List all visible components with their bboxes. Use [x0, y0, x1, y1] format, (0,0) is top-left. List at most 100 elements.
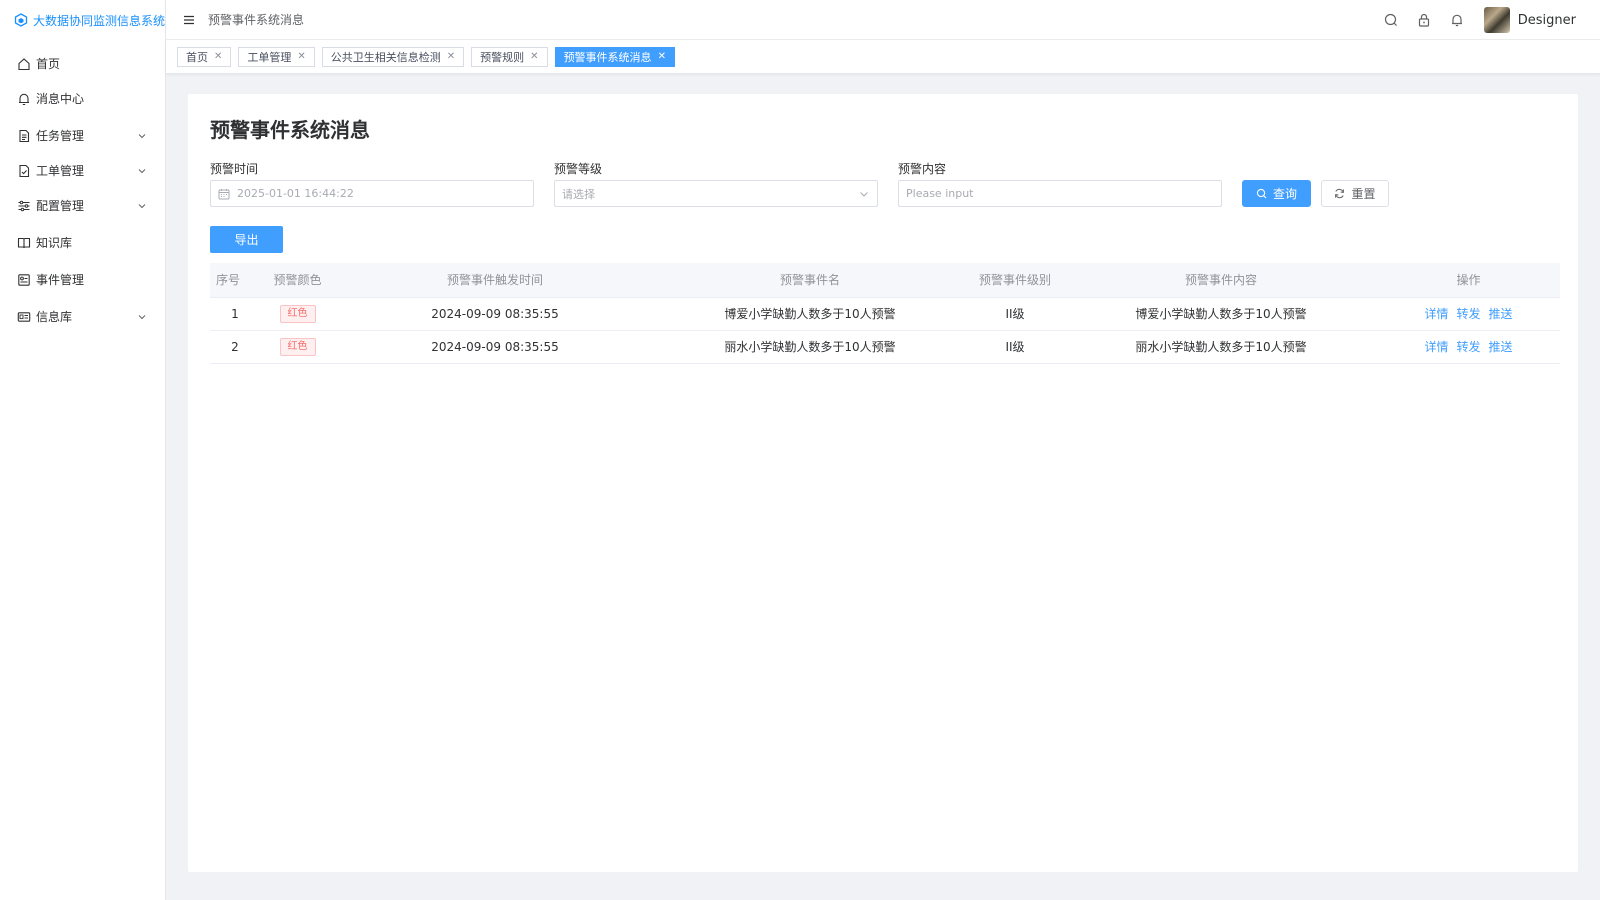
- tab-label: 首页: [186, 50, 208, 64]
- refresh-icon: [1334, 188, 1345, 199]
- forward-link[interactable]: 转发: [1456, 340, 1480, 354]
- sidebar-item-workorders[interactable]: 工单管理: [0, 153, 165, 188]
- home-icon: [17, 57, 31, 71]
- event-icon: [17, 273, 31, 287]
- time-filter-label: 预警时间: [210, 162, 259, 176]
- event-level-cell: II级: [965, 297, 1065, 331]
- actions-cell: 详情 转发 推送: [1377, 297, 1560, 331]
- event-level-cell: II级: [965, 330, 1065, 364]
- sidebar-item-label: 工单管理: [36, 164, 85, 178]
- status-badge: 红色: [279, 337, 316, 356]
- tab-workorders[interactable]: 工单管理 ✕: [238, 46, 315, 67]
- logo-icon: [14, 13, 28, 27]
- query-button[interactable]: 查询: [1242, 180, 1311, 207]
- close-icon[interactable]: ✕: [214, 51, 222, 62]
- tab-public-health[interactable]: 公共卫生相关信息检测 ✕: [321, 46, 465, 67]
- column-header: 操作: [1377, 263, 1560, 298]
- sidebar-item-events[interactable]: 事件管理: [0, 262, 165, 297]
- column-header: 预警事件级别: [965, 263, 1065, 298]
- app-title: 大数据协同监测信息系统: [33, 13, 166, 28]
- export-button[interactable]: 导出: [210, 226, 283, 253]
- sidebar-item-tasks[interactable]: 任务管理: [0, 118, 165, 153]
- query-button-label: 查询: [1272, 187, 1297, 201]
- sidebar: 大数据协同监测信息系统 首页 消息中心 任务管理 工单管理 配置管理 知识库 事…: [0, 0, 166, 900]
- time-filter-input[interactable]: 2025-01-01 16:44:22: [210, 180, 534, 207]
- event-name-cell: 博爱小学缺勤人数多于10人预警: [655, 297, 965, 331]
- top-header: 预警事件系统消息 Designer: [166, 0, 1600, 40]
- actions-cell: 详情 转发 推送: [1377, 330, 1560, 364]
- reset-button[interactable]: 重置: [1321, 180, 1389, 207]
- tab-warning-rules[interactable]: 预警规则 ✕: [471, 46, 548, 67]
- menu-toggle-icon[interactable]: [182, 13, 196, 27]
- tab-label: 工单管理: [247, 50, 292, 64]
- tab-label: 公共卫生相关信息检测: [330, 50, 441, 64]
- column-header: 预警颜色: [260, 263, 335, 298]
- level-filter-label: 预警等级: [554, 162, 603, 176]
- chevron-down-icon: [137, 166, 147, 176]
- tags-view: 首页 ✕ 工单管理 ✕ 公共卫生相关信息检测 ✕ 预警规则 ✕ 预警事件系统消息 ✕: [166, 40, 1600, 74]
- content-card: 预警事件系统消息 预警时间 2025-01-01 16:44:22 预警等级 请…: [188, 94, 1578, 872]
- level-filter-select[interactable]: 请选择: [554, 180, 878, 207]
- chevron-down-icon: [859, 189, 869, 199]
- column-header: 序号: [210, 263, 260, 298]
- trigger-time-cell: 2024-09-09 08:35:55: [335, 330, 655, 364]
- id-card-icon: [17, 310, 31, 324]
- lock-icon[interactable]: [1416, 12, 1432, 28]
- table-row: 2 红色 2024-09-09 08:35:55 丽水小学缺勤人数多于10人预警…: [210, 330, 1560, 364]
- sidebar-item-knowledge[interactable]: 知识库: [0, 225, 165, 260]
- calendar-icon: [218, 188, 230, 200]
- warning-color-cell: 红色: [260, 330, 335, 364]
- app-logo[interactable]: 大数据协同监测信息系统: [0, 0, 165, 40]
- close-icon[interactable]: ✕: [297, 51, 305, 62]
- push-link[interactable]: 推送: [1489, 340, 1513, 354]
- tab-warning-messages[interactable]: 预警事件系统消息 ✕: [554, 46, 675, 67]
- content-filter-input[interactable]: Please input: [898, 180, 1222, 207]
- sidebar-item-label: 任务管理: [36, 129, 85, 143]
- trigger-time-cell: 2024-09-09 08:35:55: [335, 297, 655, 331]
- avatar[interactable]: [1483, 7, 1510, 33]
- chevron-down-icon: [137, 201, 147, 211]
- event-name-cell: 丽水小学缺勤人数多于10人预警: [655, 330, 965, 364]
- bell-icon: [17, 92, 31, 106]
- close-icon[interactable]: ✕: [530, 51, 538, 62]
- chevron-down-icon: [137, 312, 147, 322]
- notification-bell-icon[interactable]: [1449, 12, 1465, 28]
- warning-events-table: 序号 预警颜色 预警事件触发时间 预警事件名 预警事件级别 预警事件内容 操作 …: [210, 263, 1560, 364]
- export-button-label: 导出: [234, 233, 259, 247]
- table-row: 1 红色 2024-09-09 08:35:55 博爱小学缺勤人数多于10人预警…: [210, 297, 1560, 331]
- row-index: 2: [210, 330, 260, 364]
- sidebar-menu: 首页 消息中心 任务管理 工单管理 配置管理 知识库 事件管理 信息库: [0, 46, 165, 334]
- forward-link[interactable]: 转发: [1456, 307, 1480, 321]
- push-link[interactable]: 推送: [1489, 307, 1513, 321]
- detail-link[interactable]: 详情: [1424, 340, 1448, 354]
- document-icon: [17, 129, 31, 143]
- sidebar-item-label: 知识库: [36, 236, 73, 250]
- level-filter-placeholder: 请选择: [562, 187, 595, 201]
- username[interactable]: Designer: [1518, 13, 1576, 28]
- column-header: 预警事件触发时间: [335, 263, 655, 298]
- tab-home[interactable]: 首页 ✕: [177, 46, 232, 67]
- table-header-row: 序号 预警颜色 预警事件触发时间 预警事件名 预警事件级别 预警事件内容 操作: [210, 263, 1560, 298]
- detail-link[interactable]: 详情: [1424, 307, 1448, 321]
- sidebar-item-infobase[interactable]: 信息库: [0, 299, 165, 334]
- row-index: 1: [210, 297, 260, 331]
- sliders-icon: [17, 199, 31, 213]
- sidebar-item-label: 首页: [36, 57, 61, 71]
- search-icon[interactable]: [1383, 12, 1399, 28]
- tab-label: 预警事件系统消息: [563, 50, 652, 64]
- time-filter-placeholder: 2025-01-01 16:44:22: [237, 187, 354, 200]
- event-content-cell: 博爱小学缺勤人数多于10人预警: [1065, 297, 1377, 331]
- close-icon[interactable]: ✕: [447, 51, 455, 62]
- event-content-cell: 丽水小学缺勤人数多于10人预警: [1065, 330, 1377, 364]
- sidebar-item-label: 消息中心: [36, 92, 85, 106]
- page-title: 预警事件系统消息: [210, 118, 370, 142]
- file-check-icon: [17, 164, 31, 178]
- book-icon: [17, 236, 31, 250]
- warning-color-cell: 红色: [260, 297, 335, 331]
- close-icon[interactable]: ✕: [658, 51, 666, 62]
- sidebar-item-config[interactable]: 配置管理: [0, 188, 165, 223]
- status-badge: 红色: [279, 304, 316, 323]
- tab-label: 预警规则: [480, 50, 525, 64]
- sidebar-item-messages[interactable]: 消息中心: [0, 81, 165, 116]
- sidebar-item-home[interactable]: 首页: [0, 46, 165, 81]
